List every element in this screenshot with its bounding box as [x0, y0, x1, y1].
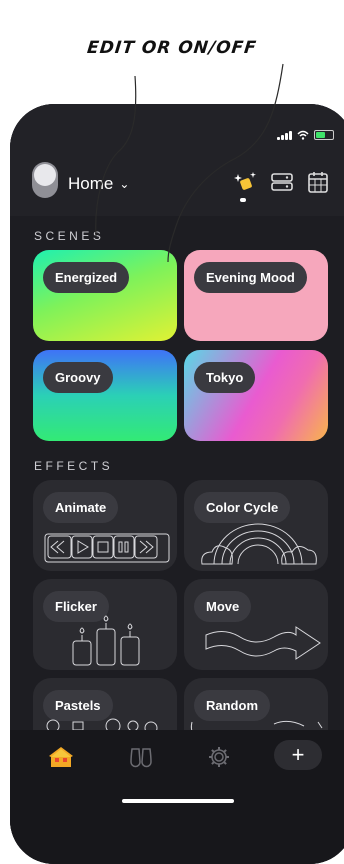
scenes-heading: SCENES: [34, 229, 105, 243]
chevron-down-icon: ⌄: [119, 177, 130, 191]
scene-tile-tokyo[interactable]: Tokyo: [184, 350, 328, 441]
calendar-icon[interactable]: [306, 170, 330, 194]
playback-controls-icon: [44, 533, 170, 563]
devices-icon[interactable]: [270, 170, 294, 194]
settings-tab-icon[interactable]: [204, 742, 234, 772]
bottom-tab-bar: +: [10, 730, 344, 864]
annotation-label: EDIT OR ON/OFF: [86, 38, 258, 58]
status-bar: [277, 130, 334, 140]
phone-frame: Home ⌄ SCENES Energized Evening Mood Gro…: [10, 104, 344, 864]
home-title: Home: [68, 174, 114, 193]
scene-tile-evening-mood[interactable]: Evening Mood: [184, 250, 328, 341]
active-tab-indicator: [240, 198, 246, 202]
arrow-wave-icon: [205, 626, 321, 660]
app-screen: Home ⌄ SCENES Energized Evening Mood Gro…: [10, 104, 344, 864]
scene-tile-groovy[interactable]: Groovy: [33, 350, 177, 441]
header-area: [10, 104, 344, 216]
scene-tile-energized[interactable]: Energized: [33, 250, 177, 341]
home-tab-icon[interactable]: [46, 742, 76, 772]
scenes-sparkle-icon[interactable]: [234, 170, 258, 194]
rainbow-icon: [201, 523, 317, 565]
wifi-icon: [297, 130, 309, 140]
home-power-toggle[interactable]: [32, 162, 58, 198]
home-selector[interactable]: Home ⌄: [68, 174, 129, 194]
effects-heading: EFFECTS: [34, 459, 114, 473]
battery-icon: [314, 130, 334, 140]
effect-tile-move[interactable]: Move: [184, 579, 328, 670]
discover-tab-icon[interactable]: [126, 742, 156, 772]
scene-label[interactable]: Evening Mood: [194, 262, 307, 293]
signal-icon: [277, 130, 292, 140]
candles-icon: [72, 615, 140, 666]
effect-tile-color-cycle[interactable]: Color Cycle: [184, 480, 328, 571]
effect-tile-animate[interactable]: Animate: [33, 480, 177, 571]
scene-label[interactable]: Tokyo: [194, 362, 256, 393]
scene-label[interactable]: Groovy: [43, 362, 113, 393]
header-icons: [234, 170, 330, 194]
add-button[interactable]: +: [274, 740, 322, 770]
effect-tile-flicker[interactable]: Flicker: [33, 579, 177, 670]
home-indicator: [122, 799, 234, 803]
scene-label[interactable]: Energized: [43, 262, 130, 293]
